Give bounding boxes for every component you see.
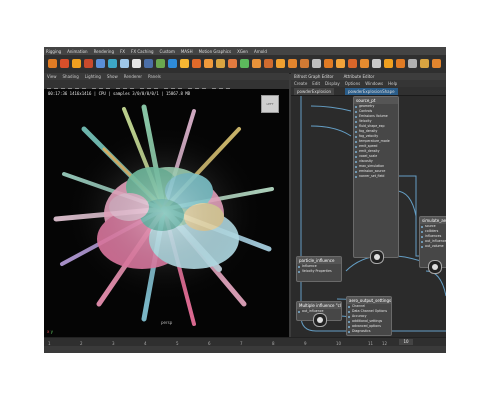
menu-rigging[interactable]: Rigging [46,49,61,54]
menu-motion-graphics[interactable]: Motion Graphics [199,49,232,54]
menu-fx[interactable]: FX [120,49,125,54]
fx-shelf-icon[interactable] [192,59,201,68]
node-title: simulate_aero [420,217,446,224]
axis-gizmo: x y [47,329,53,334]
fx-shelf-icon[interactable] [96,59,105,68]
node-port[interactable]: Diagnostics [347,329,391,334]
fx-shelf-icon[interactable] [120,59,129,68]
fx-shelf-icon[interactable] [396,59,405,68]
shelf-toolbar [44,55,446,74]
fx-shelf-icon[interactable] [276,59,285,68]
fx-shelf-icon[interactable] [84,59,93,68]
graph-breadcrumb: powderExplosion powderExplosionShape [291,87,446,96]
fx-shelf-icon[interactable] [432,59,441,68]
fx-shelf-icon[interactable] [336,59,345,68]
node-port[interactable]: out_volume [420,244,446,249]
fx-shelf-icon[interactable] [144,59,153,68]
menu-mash[interactable]: MASH [181,49,193,54]
menu-lighting[interactable]: Lighting [85,74,101,79]
viewport-3d[interactable]: 00:17:36 1416x1416 | CPU | samples 3/0/0… [44,89,289,337]
fx-shelf-icon[interactable] [360,59,369,68]
fx-shelf-icon[interactable] [216,59,225,68]
fx-shelf-icon[interactable] [240,59,249,68]
fx-shelf-icon[interactable] [108,59,117,68]
menu-rendering[interactable]: Rendering [94,49,114,54]
fx-shelf-icon[interactable] [204,59,213,68]
menu-edit[interactable]: Edit [312,81,320,86]
fx-shelf-icon[interactable] [156,59,165,68]
powder-explosion-render [53,104,274,326]
menu-display[interactable]: Display [325,81,340,86]
fx-shelf-icon[interactable] [228,59,237,68]
fx-shelf-icon[interactable] [348,59,357,68]
current-frame-indicator[interactable]: 10 [399,339,413,345]
graph-canvas[interactable]: source_pt geometry Controls Emissions Vo… [291,96,446,337]
node-title: particle_influence [297,257,341,264]
menu-view[interactable]: View [47,74,57,79]
menu-show[interactable]: Show [107,74,118,79]
fx-shelf-icon[interactable] [48,59,57,68]
fx-shelf-icon[interactable] [384,59,393,68]
fx-shelf-icon[interactable] [300,59,309,68]
fx-shelf-icon[interactable] [168,59,177,68]
axis-x-label: x [47,329,50,334]
fx-shelf-icon[interactable] [60,59,69,68]
fx-shelf-icon[interactable] [312,59,321,68]
node-title: Multiple influence "cloud_fog_density" [297,302,341,309]
menu-xgen[interactable]: XGen [237,49,248,54]
menu-arnold[interactable]: Arnold [254,49,267,54]
node-source-pt[interactable]: source_pt geometry Controls Emissions Vo… [353,96,399,264]
camera-label: persp [161,320,173,325]
menu-panels[interactable]: Panels [148,74,161,79]
main-menu-bar: Rigging Animation Rendering FX FX Cachin… [44,47,446,55]
node-title: aero_output_settings [347,297,391,304]
range-slider[interactable] [44,346,446,353]
graph-editor-title[interactable]: Bifrost Graph Editor [294,74,334,79]
fx-shelf-icon[interactable] [252,59,261,68]
node-port[interactable]: Velocity Properties [297,269,341,274]
node-aero-output-settings[interactable]: aero_output_settings Channel Data Channe… [346,296,392,336]
node-simulate-aero[interactable]: simulate_aero source colliders influence… [419,216,446,274]
menu-fx-caching[interactable]: FX Caching [131,49,153,54]
node-multiple-influence[interactable]: Multiple influence "cloud_fog_density" o… [296,301,342,327]
fx-shelf-icon[interactable] [180,59,189,68]
menu-shading[interactable]: Shading [63,74,79,79]
fx-shelf-icon[interactable] [264,59,273,68]
fx-shelf-icon[interactable] [72,59,81,68]
menu-custom[interactable]: Custom [160,49,175,54]
fx-shelf-icon[interactable] [288,59,297,68]
viewport-menu: View Shading Lighting Show Renderer Pane… [44,73,289,80]
menu-renderer[interactable]: Renderer [124,74,142,79]
fx-shelf-icon[interactable] [132,59,141,68]
node-output-icon[interactable] [313,313,327,327]
graph-editor-titlebar: Bifrost Graph Editor Attribute Editor [291,73,446,80]
maya-window: Rigging Animation Rendering FX FX Cachin… [44,47,446,353]
fx-shelf-icon[interactable] [420,59,429,68]
menu-options[interactable]: Options [345,81,360,86]
menu-animation[interactable]: Animation [67,49,87,54]
menu-create[interactable]: Create [294,81,307,86]
fx-shelf-icon[interactable] [408,59,417,68]
node-port[interactable]: nonrer_set_field [354,174,398,179]
tab-powder-explosion[interactable]: powderExplosion [294,88,335,95]
axis-y-label: y [50,329,54,334]
fx-shelf-icon[interactable] [324,59,333,68]
node-output-icon[interactable] [427,260,442,274]
bifrost-graph-editor: Bifrost Graph Editor Attribute Editor Cr… [291,73,446,337]
node-particle-influence[interactable]: particle_influence Influence Velocity Pr… [296,256,342,282]
fx-shelf-icon[interactable] [372,59,381,68]
menu-windows[interactable]: Windows [365,81,383,86]
menu-help[interactable]: Help [388,81,397,86]
attribute-editor-tab[interactable]: Attribute Editor [344,74,375,79]
graph-editor-menu: Create Edit Display Options Windows Help [291,80,446,87]
node-output-icon[interactable] [370,250,384,264]
node-title: source_pt [354,97,398,104]
tab-powder-explosion-shape[interactable]: powderExplosionShape [345,88,398,95]
